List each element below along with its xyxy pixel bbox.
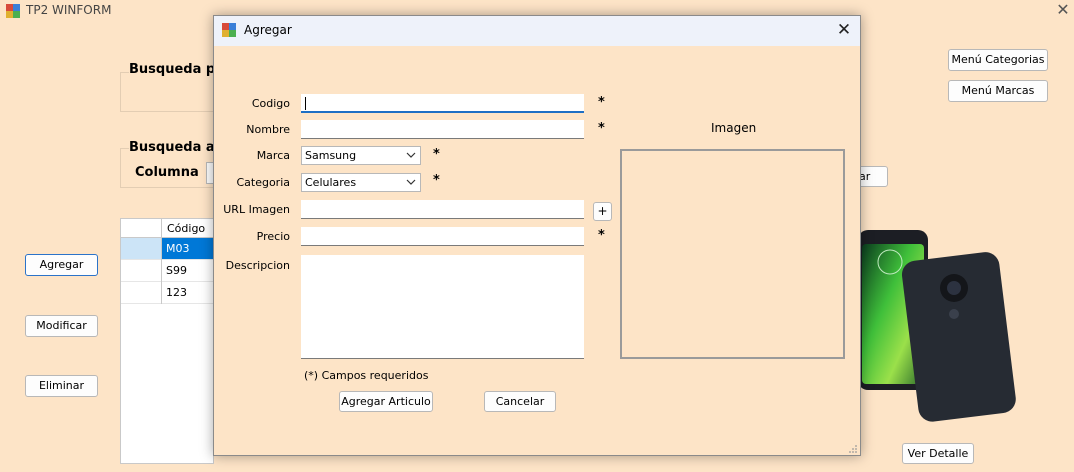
add-image-button[interactable]: + bbox=[593, 202, 612, 221]
close-icon[interactable]: ✕ bbox=[834, 20, 854, 40]
table-row[interactable]: S99 bbox=[162, 260, 214, 282]
nombre-field[interactable] bbox=[301, 120, 584, 139]
articulos-grid[interactable]: Código M03 S99 123 bbox=[120, 218, 215, 464]
cancelar-button[interactable]: Cancelar bbox=[484, 391, 556, 412]
modificar-button[interactable]: Modificar bbox=[25, 315, 98, 337]
ver-detalle-button[interactable]: Ver Detalle bbox=[902, 443, 974, 464]
imagen-preview bbox=[620, 149, 845, 359]
chevron-down-icon bbox=[406, 152, 416, 158]
url-imagen-label: URL Imagen bbox=[223, 203, 290, 216]
row-header-selected[interactable] bbox=[121, 238, 161, 260]
required-mark: * bbox=[433, 147, 440, 162]
codigo-field[interactable] bbox=[301, 94, 584, 113]
descripcion-textarea[interactable] bbox=[301, 255, 584, 359]
busqueda-rapida-title: Busqueda p bbox=[129, 62, 218, 77]
text-caret bbox=[305, 97, 306, 110]
imagen-label: Imagen bbox=[711, 121, 757, 135]
row-header[interactable] bbox=[121, 282, 161, 304]
categoria-select-value: Celulares bbox=[305, 176, 357, 189]
agregar-dialog: Agregar ✕ Codigo * Nombre * Imagen Marca… bbox=[213, 15, 861, 456]
marca-select[interactable]: Samsung bbox=[301, 146, 421, 165]
grid-header: Código bbox=[121, 219, 215, 238]
busqueda-avanzada-title: Busqueda a bbox=[129, 140, 217, 155]
precio-label: Precio bbox=[256, 230, 290, 243]
marca-select-value: Samsung bbox=[305, 149, 357, 162]
nombre-label: Nombre bbox=[246, 123, 290, 136]
required-mark: * bbox=[598, 121, 605, 136]
url-imagen-field[interactable] bbox=[301, 200, 584, 219]
menu-categorias-button[interactable]: Menú Categorias bbox=[948, 49, 1048, 71]
app-icon bbox=[6, 4, 20, 18]
required-mark: * bbox=[598, 228, 605, 243]
table-row[interactable]: 123 bbox=[162, 282, 214, 304]
precio-field[interactable] bbox=[301, 227, 584, 246]
dialog-titlebar[interactable]: Agregar ✕ bbox=[214, 16, 860, 46]
descripcion-label: Descripcion bbox=[225, 259, 290, 272]
dialog-title: Agregar bbox=[244, 23, 292, 37]
marca-label: Marca bbox=[256, 149, 290, 162]
resize-grip-icon[interactable] bbox=[848, 444, 858, 454]
chevron-down-icon bbox=[406, 179, 416, 185]
required-mark: * bbox=[598, 95, 605, 110]
eliminar-button[interactable]: Eliminar bbox=[25, 375, 98, 397]
window-title: TP2 WINFORM bbox=[26, 3, 112, 17]
agregar-articulo-button[interactable]: Agregar Articulo bbox=[339, 391, 433, 412]
grid-header-codigo[interactable]: Código bbox=[167, 222, 205, 235]
menu-marcas-button[interactable]: Menú Marcas bbox=[948, 80, 1048, 102]
categoria-label: Categoria bbox=[236, 176, 290, 189]
app-icon bbox=[222, 23, 236, 37]
busqueda-rapida-group bbox=[120, 72, 220, 112]
row-header[interactable] bbox=[121, 260, 161, 282]
columna-label: Columna bbox=[135, 165, 199, 180]
phone-image bbox=[858, 230, 1016, 422]
codigo-label: Codigo bbox=[251, 97, 290, 110]
close-icon[interactable]: ✕ bbox=[1054, 1, 1072, 19]
required-note: (*) Campos requeridos bbox=[304, 369, 429, 382]
categoria-select[interactable]: Celulares bbox=[301, 173, 421, 192]
table-row[interactable]: M03 bbox=[162, 238, 214, 260]
required-mark: * bbox=[433, 173, 440, 188]
agregar-button[interactable]: Agregar bbox=[25, 254, 98, 276]
grid-divider bbox=[161, 238, 162, 304]
grid-divider bbox=[161, 219, 162, 238]
